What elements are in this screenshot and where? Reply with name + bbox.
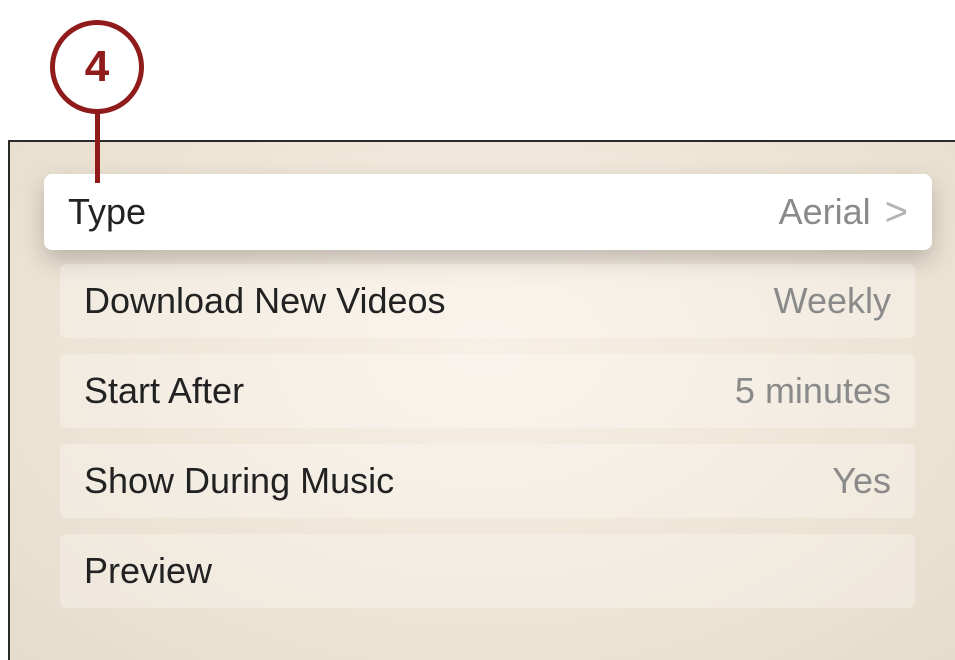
row-label: Type (68, 191, 147, 232)
row-label: Show During Music (84, 460, 395, 501)
settings-row-start-after[interactable]: Start After 5 minutes (60, 354, 915, 428)
settings-row-preview[interactable]: Preview (60, 534, 915, 608)
settings-row-type[interactable]: Type Aerial > (44, 174, 932, 250)
row-label: Start After (84, 370, 245, 411)
step-callout-badge: 4 (50, 20, 144, 114)
row-value: 5 minutes (734, 370, 891, 411)
row-label: Preview (84, 550, 213, 591)
row-label: Download New Videos (84, 280, 446, 321)
row-value: Weekly (773, 280, 891, 321)
callout-pointer-line (95, 113, 100, 183)
row-value: Yes (832, 460, 891, 501)
row-value-text: Aerial (778, 191, 871, 232)
step-number: 4 (84, 42, 110, 91)
row-value: Aerial > (779, 191, 908, 233)
settings-row-download-new-videos[interactable]: Download New Videos Weekly (60, 264, 915, 338)
settings-row-show-during-music[interactable]: Show During Music Yes (60, 444, 915, 518)
chevron-right-icon: > (884, 190, 908, 234)
